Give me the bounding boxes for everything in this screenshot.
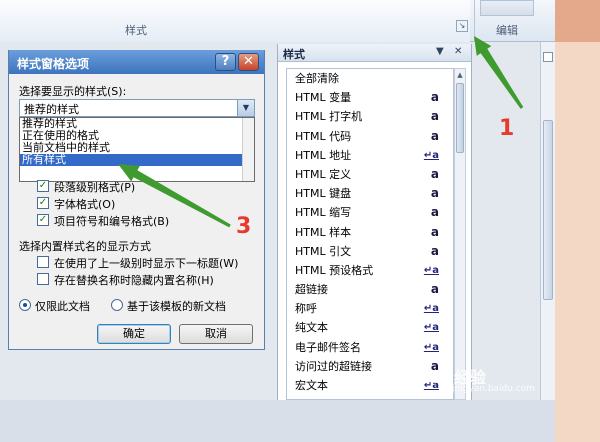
step-1-label: 1 — [499, 116, 515, 141]
arrow-to-launcher — [474, 36, 524, 109]
arrow-to-all-styles — [118, 164, 231, 228]
step-3-label: 3 — [236, 214, 252, 239]
watermark-url: jingyan.baidu.com — [452, 384, 536, 394]
annotation-arrows — [118, 36, 524, 228]
